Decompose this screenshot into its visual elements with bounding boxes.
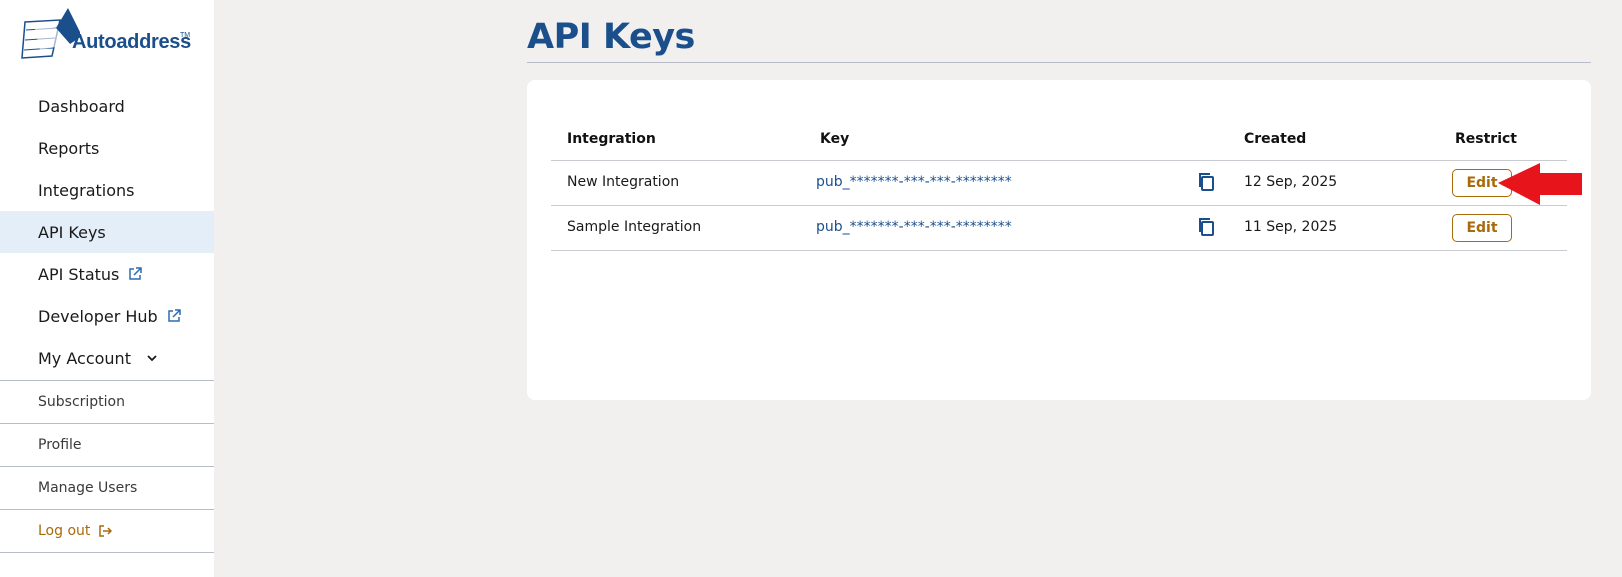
row-divider — [551, 250, 1567, 251]
column-header-integration: Integration — [567, 131, 656, 147]
logout-icon — [99, 525, 113, 537]
sidebar-item-reports[interactable]: Reports — [0, 127, 214, 169]
external-link-icon — [129, 267, 143, 280]
api-keys-card: Integration Key Created Restrict New Int… — [527, 80, 1591, 400]
sidebar-item-label: API Status — [38, 264, 120, 284]
brand-logo[interactable]: Autoaddress TM — [20, 6, 195, 62]
sidebar-item-label: My Account — [38, 348, 131, 368]
sidebar-item-label: Reports — [38, 138, 100, 158]
logout-label: Log out — [38, 523, 91, 539]
account-submenu: Subscription Profile Manage Users Log ou… — [0, 380, 214, 553]
sidebar-item-label: Profile — [38, 437, 82, 453]
copy-icon[interactable] — [1197, 217, 1215, 237]
sidebar-item-dashboard[interactable]: Dashboard — [0, 85, 214, 127]
edit-button[interactable]: Edit — [1452, 214, 1512, 242]
header-divider — [551, 160, 1567, 161]
brand-trademark: TM — [180, 32, 191, 39]
logo-mark-icon — [21, 8, 80, 59]
sidebar-item-label: Dashboard — [38, 96, 125, 116]
integration-name: Sample Integration — [567, 219, 702, 235]
sidebar-item-api-keys[interactable]: API Keys — [0, 211, 214, 253]
brand-name: Autoaddress — [72, 31, 191, 53]
annotation-arrow-icon — [1498, 163, 1582, 205]
sidebar: Autoaddress TM Dashboard Reports Integra… — [0, 0, 214, 577]
sidebar-item-my-account[interactable]: My Account — [0, 337, 214, 379]
created-date: 11 Sep, 2025 — [1244, 219, 1338, 235]
title-divider — [527, 62, 1591, 63]
integration-name: New Integration — [567, 174, 680, 190]
sidebar-item-label: Integrations — [38, 180, 135, 200]
api-key-value: pub_*******-***-***-******** — [816, 219, 1012, 235]
sidebar-nav: Dashboard Reports Integrations API Keys … — [0, 85, 214, 379]
sidebar-item-label: Manage Users — [38, 480, 138, 496]
column-header-created: Created — [1244, 131, 1307, 147]
chevron-down-icon — [147, 355, 157, 362]
sidebar-item-label: API Keys — [38, 222, 106, 242]
sidebar-item-label: Subscription — [38, 394, 125, 410]
column-header-restrict: Restrict — [1455, 131, 1517, 147]
copy-icon[interactable] — [1197, 172, 1215, 192]
external-link-icon — [167, 309, 181, 322]
sidebar-item-profile[interactable]: Profile — [0, 424, 214, 467]
sidebar-item-api-status[interactable]: API Status — [0, 253, 214, 295]
sidebar-item-manage-users[interactable]: Manage Users — [0, 467, 214, 510]
sidebar-item-developer-hub[interactable]: Developer Hub — [0, 295, 214, 337]
created-date: 12 Sep, 2025 — [1244, 174, 1338, 190]
sidebar-item-integrations[interactable]: Integrations — [0, 169, 214, 211]
logout-link[interactable]: Log out — [0, 510, 214, 553]
column-header-key: Key — [820, 131, 850, 147]
sidebar-item-subscription[interactable]: Subscription — [0, 381, 214, 424]
api-key-value: pub_*******-***-***-******** — [816, 174, 1012, 190]
sidebar-item-label: Developer Hub — [38, 306, 158, 326]
page-title: API Keys — [527, 17, 695, 57]
row-divider — [551, 205, 1567, 206]
